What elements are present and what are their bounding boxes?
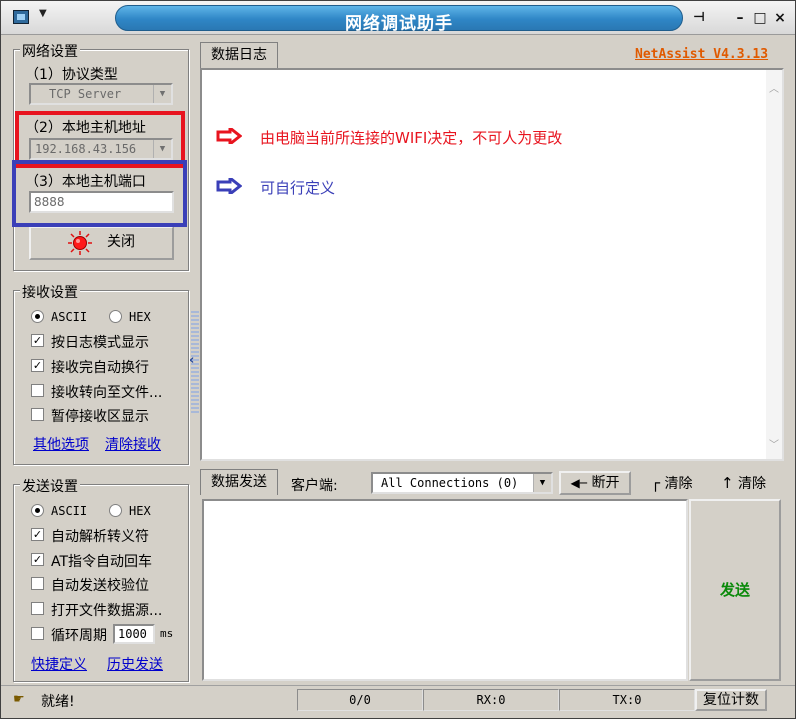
clear-send-button-1[interactable]: ┌ 清除 xyxy=(651,472,692,496)
send-hex-label: HEX xyxy=(129,504,151,518)
close-button[interactable]: × xyxy=(771,7,789,29)
pause-display-checkbox[interactable] xyxy=(31,408,44,421)
other-options-link[interactable]: 其他选项 xyxy=(33,434,89,454)
send-settings-legend: 发送设置 xyxy=(20,476,80,496)
receive-hex-radio[interactable] xyxy=(109,310,122,323)
cycle-checkbox[interactable] xyxy=(31,627,44,640)
quick-define-link[interactable]: 快捷定义 xyxy=(31,654,87,674)
redirect-file-checkbox[interactable] xyxy=(31,384,44,397)
scroll-down-icon[interactable]: ﹀ xyxy=(769,436,779,451)
client-value: All Connections (0) xyxy=(381,476,519,490)
arrow-left-icon: ◀─ xyxy=(570,476,587,490)
data-log-pane[interactable]: ︿ ﹀ 由电脑当前所连接的WIFI决定，不可人为更改 可自行定义 xyxy=(200,68,784,461)
chevron-down-icon: ▼ xyxy=(153,85,171,103)
clear-label-2: 清除 xyxy=(738,476,767,492)
parse-escape-checkbox[interactable]: ✓ xyxy=(31,528,44,541)
close-connection-label: 关闭 xyxy=(107,234,135,250)
protocol-label: （1）协议类型 xyxy=(25,67,118,83)
send-history-link[interactable]: 历史发送 xyxy=(107,654,163,674)
auto-newline-checkbox[interactable]: ✓ xyxy=(31,359,44,372)
close-connection-button[interactable]: 关闭 xyxy=(29,226,174,260)
ready-icon: ☛ xyxy=(13,692,25,707)
cycle-unit: ms xyxy=(160,627,174,640)
parse-escape-label: 自动解析转义符 xyxy=(51,529,149,545)
disconnect-label: 断开 xyxy=(591,475,620,491)
clear-receive-link[interactable]: 清除接收 xyxy=(105,434,161,454)
app-icon xyxy=(13,10,29,24)
cycle-label: 循环周期 xyxy=(51,628,107,644)
chevron-down-icon: ▼ xyxy=(39,8,47,19)
tx-counter: TX:0 xyxy=(559,689,695,711)
clear-label-1: 清除 xyxy=(664,476,693,492)
client-label: 客户端: xyxy=(291,478,338,494)
receive-hex-label: HEX xyxy=(129,310,151,324)
tab-data-log[interactable]: 数据日志 xyxy=(200,42,278,68)
protocol-select[interactable]: TCP Server ▼ xyxy=(29,83,173,105)
redirect-file-label: 接收转向至文件... xyxy=(51,385,163,401)
red-arrow-icon xyxy=(216,128,242,144)
status-text: 就绪! xyxy=(41,694,75,710)
at-auto-return-label: AT指令自动回车 xyxy=(51,554,153,570)
send-input-area[interactable] xyxy=(202,499,688,681)
window-controls: ⊣ – □ × xyxy=(687,7,791,29)
version-link[interactable]: NetAssist V4.3.13 xyxy=(635,47,768,62)
file-source-label: 打开文件数据源... xyxy=(51,603,163,619)
annotation-blue-box xyxy=(12,160,187,227)
auto-checksum-checkbox[interactable] xyxy=(31,577,44,590)
at-auto-return-checkbox[interactable]: ✓ xyxy=(31,553,44,566)
auto-newline-label: 接收完自动换行 xyxy=(51,360,149,376)
count-cell: 0/0 xyxy=(297,689,423,711)
annotation-red-text: 由电脑当前所连接的WIFI决定，不可人为更改 xyxy=(260,129,563,147)
statusbar-divider xyxy=(1,685,795,686)
send-hex-radio[interactable] xyxy=(109,504,122,517)
file-source-checkbox[interactable] xyxy=(31,602,44,615)
system-menu-button[interactable]: ▼ xyxy=(9,8,59,28)
send-ascii-radio[interactable] xyxy=(31,504,44,517)
cycle-period-input[interactable]: 1000 xyxy=(113,624,155,644)
send-button[interactable]: 发送 xyxy=(689,499,781,681)
clear-send-button-2[interactable]: ↑ 清除 xyxy=(721,472,766,496)
chevron-down-icon: ▼ xyxy=(533,474,551,492)
log-mode-checkbox[interactable]: ✓ xyxy=(31,334,44,347)
window-title: 网络调试助手 xyxy=(345,14,453,34)
title-pill: 网络调试助手 xyxy=(115,5,683,34)
auto-checksum-label: 自动发送校验位 xyxy=(51,578,149,594)
receive-ascii-radio[interactable] xyxy=(31,310,44,323)
app-window: ▼ 网络调试助手 ⊣ – □ × 网络设置 （1）协议类型 TCP Server… xyxy=(0,0,796,719)
clear-icon: ┌ xyxy=(651,474,661,492)
status-light-icon xyxy=(68,231,92,255)
rx-counter: RX:0 xyxy=(423,689,559,711)
annotation-blue-text: 可自行定义 xyxy=(260,179,336,197)
reset-count-button[interactable]: 复位计数 xyxy=(695,689,767,711)
tab-data-send[interactable]: 数据发送 xyxy=(200,469,278,495)
send-ascii-label: ASCII xyxy=(51,504,88,518)
minimize-button[interactable]: – xyxy=(731,7,749,29)
network-settings-legend: 网络设置 xyxy=(20,41,80,61)
pin-icon[interactable]: ⊣ xyxy=(687,7,711,29)
clear-up-icon: ↑ xyxy=(721,474,734,492)
pause-display-label: 暂停接收区显示 xyxy=(51,409,149,425)
blue-arrow-icon xyxy=(216,178,242,194)
maximize-button[interactable]: □ xyxy=(751,7,769,29)
title-bar: ▼ 网络调试助手 ⊣ – □ × xyxy=(1,1,795,35)
disconnect-button[interactable]: ◀─ 断开 xyxy=(559,471,631,495)
receive-settings-legend: 接收设置 xyxy=(20,282,80,302)
log-scrollbar[interactable]: ︿ ﹀ xyxy=(766,70,782,459)
client-select[interactable]: All Connections (0) ▼ xyxy=(371,472,553,494)
log-mode-label: 按日志模式显示 xyxy=(51,335,149,351)
protocol-value: TCP Server xyxy=(49,87,122,101)
receive-ascii-label: ASCII xyxy=(51,310,88,324)
scroll-up-icon[interactable]: ︿ xyxy=(769,80,779,95)
